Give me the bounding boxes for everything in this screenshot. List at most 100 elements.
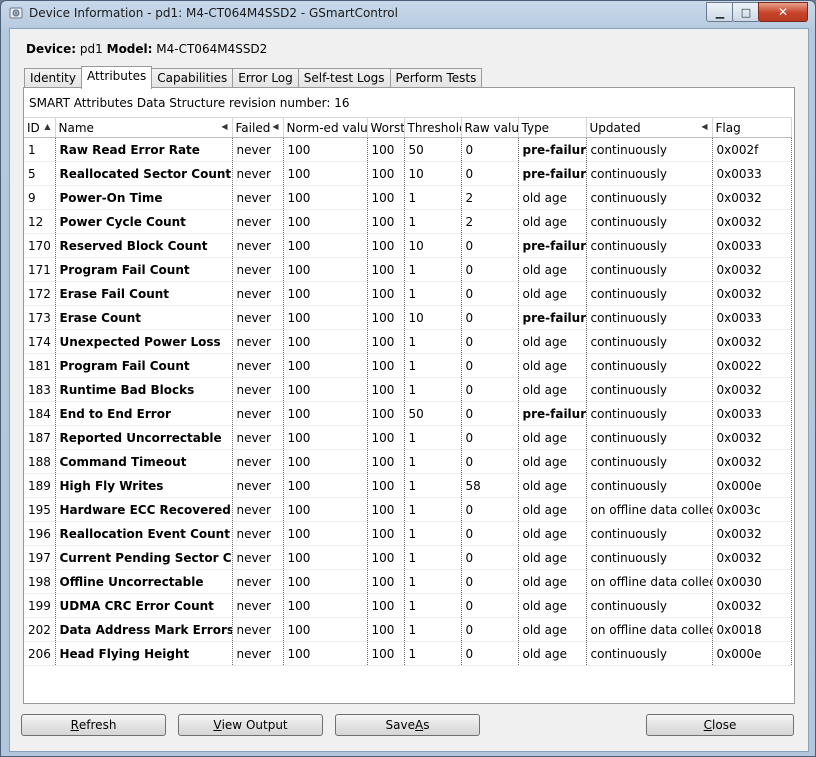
cell-failed: never: [232, 185, 284, 210]
button-mnemonic: A: [414, 718, 424, 732]
table-row[interactable]: 174 Unexpected Power Loss never 100 100 1 0 old…: [24, 329, 792, 354]
column-header-updated[interactable]: Updated ◀: [586, 117, 713, 138]
table-row[interactable]: 188 Command Timeout never 100 100 1 0 old age co…: [24, 449, 792, 474]
table-row[interactable]: 173Erase Countnever100100100pre-failurec…: [24, 305, 792, 330]
view-output-button[interactable]: View Output: [178, 714, 323, 736]
column-header-id[interactable]: ID ▲: [24, 117, 56, 138]
table-row[interactable]: 172 Erase Fail Count never 100 100 1 0 old age c…: [24, 281, 792, 306]
maximize-button[interactable]: □: [732, 2, 760, 22]
cell-updated: continuously: [586, 209, 713, 234]
table-row[interactable]: 198 Offline Uncorrectable never 100 100 1 0 old…: [24, 569, 792, 594]
table-row[interactable]: 187 Reported Uncorrectable never 100 100 1 0 ol…: [24, 425, 792, 450]
cell-type: old age: [518, 569, 587, 594]
column-header-label: Failed: [235, 120, 271, 135]
column-header-flag[interactable]: Flag: [712, 117, 792, 138]
cell-name: Head Flying Height: [55, 641, 233, 666]
tab-error-log[interactable]: Error Log: [232, 68, 299, 89]
cell-normed: 100: [283, 209, 368, 234]
table-row[interactable]: 195 Hardware ECC Recovered never 100 100 1 0 ol…: [24, 497, 792, 522]
table-row[interactable]: 202 Data Address Mark Errors never 100 100 1 0…: [24, 617, 792, 642]
cell-raw: 0: [461, 353, 519, 378]
window-title: Device Information - pd1: M4-CT064M4SSD2…: [29, 6, 398, 20]
attributes-table-scroll[interactable]: ID ▲ Name ◀ Failed ◀ Norm-ed value Worst Thresho…: [24, 117, 794, 703]
column-header-worst[interactable]: Worst: [367, 117, 405, 138]
cell-threshold: 1: [404, 641, 462, 666]
table-row[interactable]: 199 UDMA CRC Error Count never 100 100 1 0 old …: [24, 593, 792, 618]
cell-flag: 0x0032: [712, 209, 792, 234]
tab-attributes[interactable]: Attributes: [81, 66, 153, 89]
table-row[interactable]: 181 Program Fail Count never 100 100 1 0 old ag…: [24, 353, 792, 378]
close-icon: ✕: [777, 5, 789, 19]
cell-name: Command Timeout: [55, 449, 233, 474]
table-row[interactable]: 183 Runtime Bad Blocks never 100 100 1 0 old ag…: [24, 377, 792, 402]
column-header-threshold[interactable]: Threshold: [404, 117, 462, 138]
cell-raw: 0: [461, 305, 519, 330]
cell-updated: continuously: [586, 521, 713, 546]
cell-name: Runtime Bad Blocks: [55, 377, 233, 402]
table-row[interactable]: 171 Program Fail Count never 100 100 1 0 old ag…: [24, 257, 792, 282]
column-header-normed[interactable]: Norm-ed value: [283, 117, 368, 138]
cell-worst: 100: [367, 617, 405, 642]
refresh-button[interactable]: Refresh: [21, 714, 166, 736]
button-label: iew Output: [221, 718, 288, 732]
tab-perform-tests[interactable]: Perform Tests: [389, 68, 483, 89]
cell-type: pre-failure: [518, 137, 587, 162]
cell-threshold: 50: [404, 137, 462, 162]
title-bar[interactable]: Device Information - pd1: M4-CT064M4SSD2…: [1, 1, 815, 27]
table-row[interactable]: 206 Head Flying Height never 100 100 1 0 old ag…: [24, 641, 792, 666]
table-row[interactable]: 170 Reserved Block Count never 100 100 10 0 pre…: [24, 233, 792, 258]
cell-flag: 0x0032: [712, 425, 792, 450]
close-button[interactable]: Close: [646, 714, 794, 736]
sort-indicator-icon: ◀: [272, 122, 279, 131]
cell-updated: continuously: [586, 377, 713, 402]
table-row[interactable]: 196 Reallocation Event Count never 100 100 1 0…: [24, 521, 792, 546]
table-row[interactable]: 9 Power-On Time never 100 100 1 2 old age contin…: [24, 185, 792, 210]
table-row[interactable]: 5 Reallocated Sector Count never 100 100 10 0 p…: [24, 161, 792, 186]
cell-flag: 0x0032: [712, 329, 792, 354]
cell-updated: continuously: [586, 233, 713, 258]
cell-worst: 100: [367, 569, 405, 594]
cell-threshold: 10: [404, 305, 462, 330]
column-header-raw[interactable]: Raw value: [461, 117, 519, 138]
close-window-button[interactable]: ✕: [758, 2, 808, 22]
cell-updated: on offline data collect.: [586, 617, 713, 642]
cell-raw: 0: [461, 497, 519, 522]
revision-text: SMART Attributes Data Structure revision…: [29, 96, 350, 110]
column-header-label: ID: [27, 120, 40, 135]
tab-capabilities[interactable]: Capabilities: [151, 68, 234, 89]
cell-name: Data Address Mark Errors: [55, 617, 233, 642]
table-row[interactable]: 12 Power Cycle Count never 100 100 1 2 old age c…: [24, 209, 792, 234]
column-header-failed[interactable]: Failed ◀: [232, 117, 284, 138]
cell-raw: 58: [461, 473, 519, 498]
cell-worst: 100: [367, 545, 405, 570]
cell-worst: 100: [367, 233, 405, 258]
minimize-button[interactable]: ▁: [706, 2, 734, 22]
cell-threshold: 1: [404, 281, 462, 306]
cell-updated: continuously: [586, 281, 713, 306]
cell-normed: 100: [283, 617, 368, 642]
cell-flag: 0x0032: [712, 185, 792, 210]
cell-threshold: 50: [404, 401, 462, 426]
dialog-client-area: Device: pd1 Model: M4-CT064M4SSD2 Identi…: [9, 28, 809, 752]
tab-identity[interactable]: Identity: [24, 68, 82, 89]
cell-failed: never: [232, 497, 284, 522]
cell-flag: 0x003c: [712, 497, 792, 522]
cell-type: old age: [518, 185, 587, 210]
table-row[interactable]: 197Current Pending Sector Countnever1001…: [24, 545, 792, 570]
table-row[interactable]: 1 Raw Read Error Rate never 100 100 50 0 pre-fa…: [24, 137, 792, 162]
column-header-type[interactable]: Type: [518, 117, 587, 138]
tab-self-test-logs[interactable]: Self-test Logs: [297, 68, 391, 89]
column-header-label: Norm-ed value: [286, 120, 367, 135]
table-row[interactable]: 189 High Fly Writes never 100 100 1 58 old age c…: [24, 473, 792, 498]
save-as-button[interactable]: Save As: [335, 714, 480, 736]
tab-label: Capabilities: [157, 71, 228, 85]
cell-normed: 100: [283, 305, 368, 330]
cell-failed: never: [232, 617, 284, 642]
cell-name: Erase Count: [55, 305, 233, 330]
column-header-name[interactable]: Name ◀: [55, 117, 233, 138]
cell-type: old age: [518, 377, 587, 402]
column-header-label: Worst: [370, 120, 404, 135]
table-row[interactable]: 184 End to End Error never 100 100 50 0 pre-fai…: [24, 401, 792, 426]
cell-threshold: 1: [404, 497, 462, 522]
cell-normed: 100: [283, 353, 368, 378]
